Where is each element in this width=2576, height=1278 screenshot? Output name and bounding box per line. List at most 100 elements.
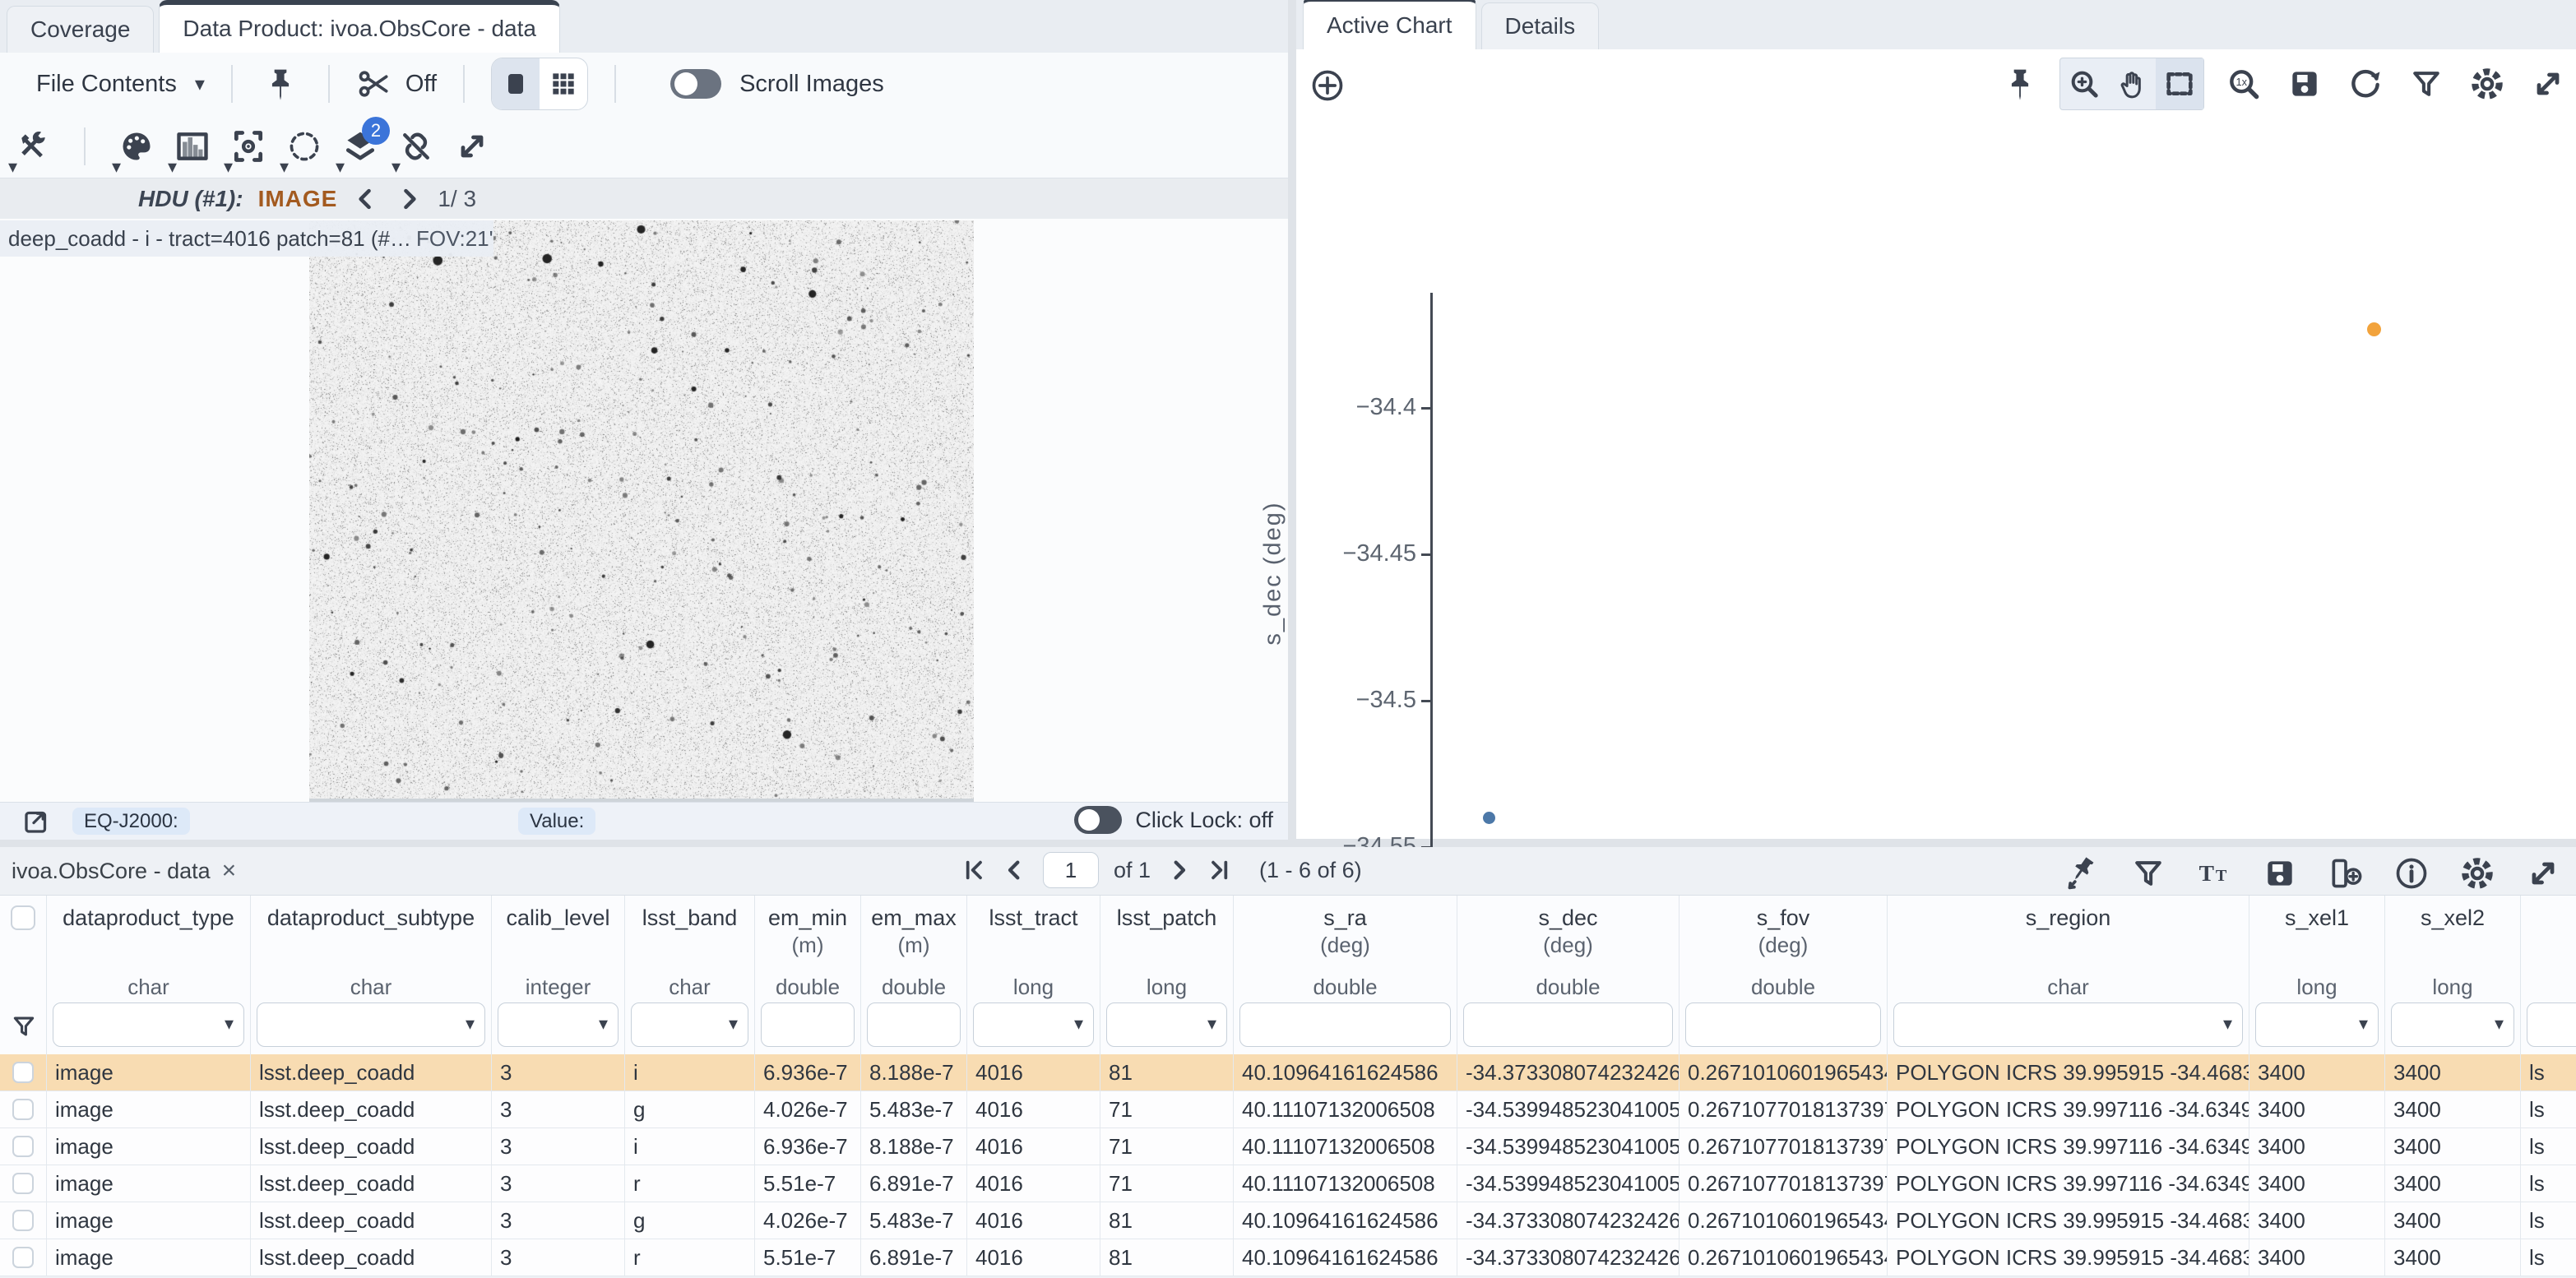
hdu-prev-button[interactable] bbox=[352, 185, 380, 213]
click-lock-toggle[interactable] bbox=[1074, 806, 1122, 834]
select-all-checkbox[interactable] bbox=[11, 905, 35, 930]
tab-data-product-ivoa-obscore-data[interactable]: Data Product: ivoa.ObsCore - data bbox=[159, 0, 560, 53]
column-header-s_region[interactable]: s_regionchar▾ bbox=[1888, 896, 2249, 1055]
row-checkbox[interactable] bbox=[12, 1247, 34, 1268]
palette-icon[interactable]: ▾ bbox=[115, 123, 158, 169]
region-icon[interactable]: ▾ bbox=[283, 123, 326, 169]
expand-icon[interactable] bbox=[2527, 61, 2569, 107]
scroll-images-toggle[interactable] bbox=[670, 69, 721, 99]
unlink-icon[interactable]: ▾ bbox=[395, 123, 438, 169]
table-row[interactable]: imagelsst.deep_coadd3i6.936e-78.188e-740… bbox=[0, 1054, 2576, 1091]
layers-icon[interactable]: ▾2 bbox=[339, 123, 382, 169]
row-checkbox[interactable] bbox=[12, 1210, 34, 1231]
text-view-icon[interactable] bbox=[2193, 850, 2235, 896]
column-filter-input[interactable]: ▾ bbox=[257, 1002, 485, 1047]
column-header-dataproduct_subtype[interactable]: dataproduct_subtypechar▾ bbox=[251, 896, 492, 1055]
row-checkbox[interactable] bbox=[12, 1136, 34, 1157]
column-filter-input[interactable]: ▾ bbox=[53, 1002, 244, 1047]
filter-dropdown-caret-icon[interactable]: ▾ bbox=[2223, 1013, 2232, 1035]
pin-icon[interactable] bbox=[1999, 61, 2041, 107]
row-checkbox[interactable] bbox=[12, 1099, 34, 1120]
column-header-lsst_band[interactable]: lsst_bandchar▾ bbox=[625, 896, 755, 1055]
column-filter-input[interactable]: ▾ bbox=[1106, 1002, 1227, 1047]
table-row[interactable]: imagelsst.deep_coadd3r5.51e-76.891e-7401… bbox=[0, 1239, 2576, 1276]
column-header-s_dec[interactable]: s_dec(deg)double bbox=[1457, 896, 1679, 1055]
fits-image[interactable] bbox=[309, 220, 974, 803]
table-row[interactable]: imagelsst.deep_coadd3r5.51e-76.891e-7401… bbox=[0, 1165, 2576, 1202]
column-header-s_xel1[interactable]: s_xel1long▾ bbox=[2249, 896, 2385, 1055]
column-filter-input[interactable] bbox=[1239, 1002, 1451, 1047]
table-row[interactable]: imagelsst.deep_coadd3g4.026e-75.483e-740… bbox=[0, 1091, 2576, 1128]
crop-toggle-button[interactable]: Off bbox=[356, 66, 437, 102]
row-checkbox[interactable] bbox=[12, 1173, 34, 1194]
column-header-extra[interactable] bbox=[2521, 896, 2576, 1055]
filter-dropdown-caret-icon[interactable]: ▾ bbox=[2495, 1013, 2504, 1035]
column-header-lsst_patch[interactable]: lsst_patchlong▾ bbox=[1100, 896, 1234, 1055]
column-filter-input[interactable]: ▾ bbox=[1893, 1002, 2243, 1047]
settings-icon[interactable] bbox=[2466, 61, 2509, 107]
table-row[interactable]: imagelsst.deep_coadd3g4.026e-75.483e-740… bbox=[0, 1202, 2576, 1239]
settings-icon[interactable] bbox=[2456, 850, 2499, 896]
column-header-em_max[interactable]: em_max(m)double bbox=[861, 896, 967, 1055]
table-tab[interactable]: ivoa.ObsCore - data × bbox=[12, 857, 236, 885]
zoom-select-button[interactable] bbox=[2060, 58, 2108, 109]
pin-chart-icon[interactable] bbox=[2061, 850, 2104, 896]
restore-icon[interactable] bbox=[2344, 61, 2387, 107]
add-column-icon[interactable] bbox=[2324, 850, 2367, 896]
prev-page-icon[interactable] bbox=[1002, 857, 1028, 883]
column-filter-input[interactable] bbox=[1463, 1002, 1673, 1047]
dropdown-caret-icon[interactable]: ▾ bbox=[336, 158, 345, 176]
column-filter-input[interactable]: ▾ bbox=[498, 1002, 619, 1047]
first-page-icon[interactable] bbox=[961, 857, 987, 883]
pin-icon[interactable] bbox=[259, 61, 302, 107]
column-header-s_xel2[interactable]: s_xel2long▾ bbox=[2385, 896, 2521, 1055]
hdu-next-button[interactable] bbox=[395, 185, 423, 213]
row-checkbox[interactable] bbox=[12, 1062, 34, 1083]
column-filter-input[interactable] bbox=[1685, 1002, 1881, 1047]
column-filter-input[interactable]: ▾ bbox=[2255, 1002, 2379, 1047]
column-filter-input[interactable] bbox=[761, 1002, 855, 1047]
column-header-dataproduct_type[interactable]: dataproduct_typechar▾ bbox=[47, 896, 251, 1055]
column-header-lsst_tract[interactable]: lsst_tractlong▾ bbox=[967, 896, 1100, 1055]
page-number-input[interactable]: 1 bbox=[1043, 852, 1099, 888]
column-filter-input[interactable]: ▾ bbox=[2391, 1002, 2514, 1047]
add-chart-icon[interactable] bbox=[1306, 63, 1349, 109]
data-point[interactable] bbox=[1483, 812, 1495, 824]
grid-view-button[interactable] bbox=[540, 58, 587, 109]
fits-image-area[interactable]: deep_coadd - i - tract=4016 patch=81 (#…… bbox=[0, 219, 1288, 802]
filter-dropdown-caret-icon[interactable]: ▾ bbox=[599, 1013, 608, 1035]
save-icon[interactable] bbox=[2283, 61, 2326, 107]
filter-dropdown-caret-icon[interactable]: ▾ bbox=[729, 1013, 738, 1035]
filter-dropdown-caret-icon[interactable]: ▾ bbox=[1074, 1013, 1083, 1035]
scatter-chart[interactable]: s_ra (deg) s_dec (deg) 40.11140.110540.1… bbox=[1296, 120, 2576, 832]
filter-row-icon[interactable] bbox=[10, 1012, 38, 1040]
tab-coverage[interactable]: Coverage bbox=[7, 6, 154, 53]
column-filter-input[interactable] bbox=[867, 1002, 961, 1047]
tools-icon[interactable]: ▾ bbox=[12, 123, 54, 169]
table-row[interactable]: imagelsst.deep_coadd3i6.936e-78.188e-740… bbox=[0, 1128, 2576, 1165]
filter-dropdown-caret-icon[interactable]: ▾ bbox=[2359, 1013, 2368, 1035]
select-area-button[interactable] bbox=[2156, 58, 2203, 109]
pan-button[interactable] bbox=[2108, 58, 2156, 109]
dropdown-caret-icon[interactable]: ▾ bbox=[224, 158, 233, 176]
column-header-s_fov[interactable]: s_fov(deg)double bbox=[1679, 896, 1888, 1055]
close-icon[interactable]: × bbox=[222, 857, 237, 885]
filter-icon[interactable] bbox=[2405, 61, 2448, 107]
focus-icon[interactable]: ▾ bbox=[227, 123, 270, 169]
open-new-window-icon[interactable] bbox=[21, 807, 51, 836]
tab-active-chart[interactable]: Active Chart bbox=[1303, 0, 1476, 49]
dropdown-caret-icon[interactable]: ▾ bbox=[280, 158, 289, 176]
expand-icon[interactable] bbox=[2522, 850, 2564, 896]
save-icon[interactable] bbox=[2259, 850, 2301, 896]
column-filter-input[interactable]: ▾ bbox=[631, 1002, 748, 1047]
next-page-icon[interactable] bbox=[1165, 857, 1192, 883]
tab-details[interactable]: Details bbox=[1481, 2, 1600, 49]
column-header-s_ra[interactable]: s_ra(deg)double bbox=[1234, 896, 1457, 1055]
filter-icon[interactable] bbox=[2127, 850, 2170, 896]
last-page-icon[interactable] bbox=[1207, 857, 1233, 883]
dropdown-caret-icon[interactable]: ▾ bbox=[391, 158, 401, 176]
zoom-original-icon[interactable] bbox=[2222, 61, 2265, 107]
column-filter-input[interactable]: ▾ bbox=[973, 1002, 1094, 1047]
dropdown-caret-icon[interactable]: ▾ bbox=[168, 158, 177, 176]
single-view-button[interactable] bbox=[492, 58, 540, 109]
